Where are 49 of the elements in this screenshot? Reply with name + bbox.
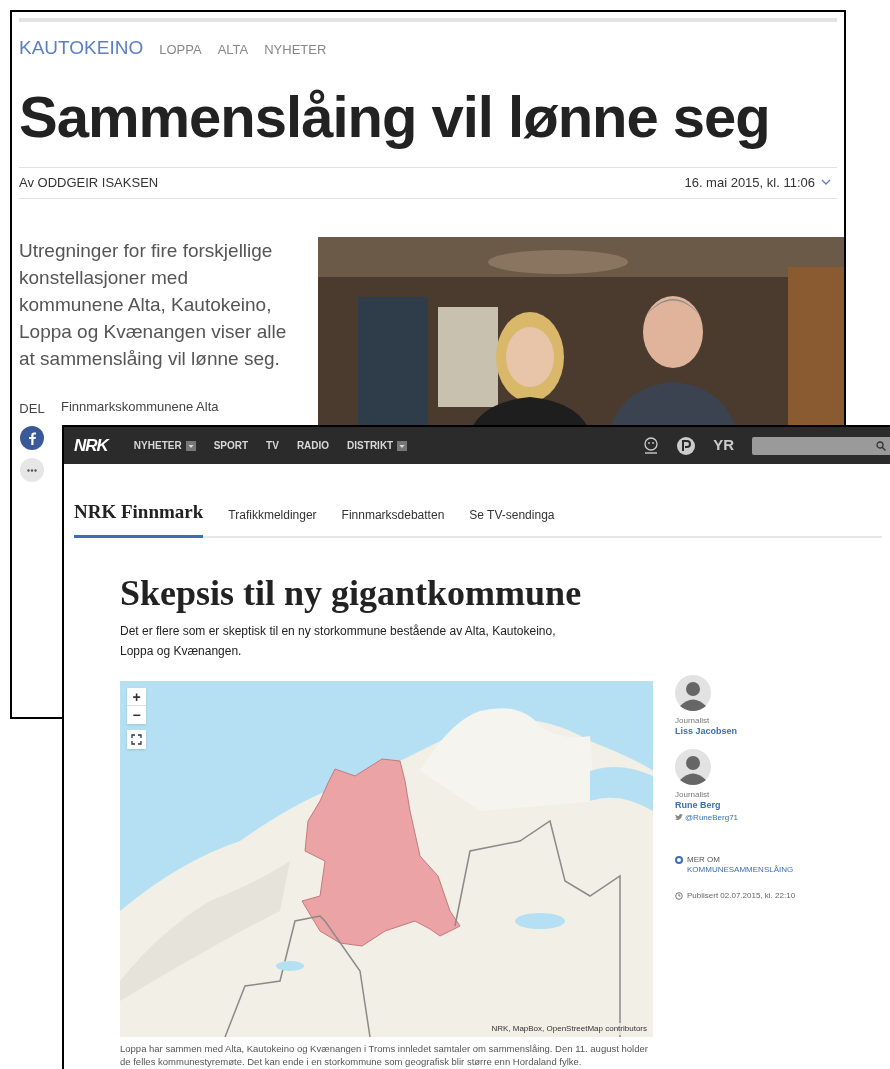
publish-date: Publisert 02.07.2015, kl. 22:10 (687, 890, 796, 901)
section-link[interactable]: Trafikkmeldinger (228, 505, 317, 536)
publish-date: 16. mai 2015, kl. 11:06 (684, 173, 815, 192)
nav-link[interactable]: TV (266, 438, 279, 453)
more-icon (27, 468, 37, 472)
search-icon (876, 440, 886, 451)
twitter-link[interactable]: @RuneBerg71 (685, 812, 739, 823)
nav-link[interactable]: RADIO (296, 438, 330, 453)
author-name[interactable]: Liss Jacobsen (675, 725, 875, 737)
smiley-icon[interactable] (643, 436, 660, 455)
facebook-share-button[interactable] (20, 426, 44, 450)
more-share-button[interactable] (20, 458, 44, 482)
category-link[interactable]: LOPPA (159, 40, 202, 60)
zoom-out-button[interactable]: − (127, 705, 146, 724)
p3-logo-icon[interactable] (677, 436, 696, 455)
search-field[interactable] (752, 436, 890, 455)
bird-icon (675, 814, 683, 821)
site-logo[interactable]: NRK (74, 432, 108, 459)
weather-link[interactable]: YR (713, 434, 734, 457)
avatar (675, 674, 711, 711)
category-link[interactable]: NYHETER (264, 40, 327, 60)
category-link[interactable]: ALTA (217, 40, 249, 60)
author-role: Journalist (675, 715, 711, 726)
ring-icon (675, 855, 683, 864)
article-headline: Sammenslåing vil lønne seg (19, 84, 771, 149)
section-link[interactable]: Se TV-sendinga (469, 505, 555, 536)
map-caption: Loppa har sammen med Alta, Kautokeino og Kvænangen i Troms innledet samtaler om sammenslåing. Den 11. august holder de felles kommunestyremøte. Det kan ende i en storkommune som geografisk blir større enn Hordaland fylke. (120, 1041, 649, 1068)
article-body: Finnmarkskommunene Alta (61, 398, 219, 415)
nav-link[interactable]: SPORT (213, 438, 249, 453)
byline: Av ODDGEIR ISAKSEN (19, 173, 159, 192)
share-label: DEL (19, 399, 45, 418)
section-link[interactable]: Finnmarksdebatten (341, 505, 445, 536)
author-role: Journalist (675, 789, 711, 800)
facebook-icon (28, 431, 36, 445)
article-lead: Utregninger for fire forskjellige konstellasjoner med kommunene Alta, Kautokeino, Loppa og Kvænangen viser alle at sammenslåing vil lønne seg. (19, 238, 288, 371)
topic-label: MER OM (687, 854, 721, 865)
zoom-in-button[interactable]: + (127, 687, 146, 706)
topic-link[interactable]: KOMMUNESAMMENSLÅING (687, 864, 794, 875)
chevron-icon[interactable] (821, 179, 831, 186)
clock-icon (675, 891, 683, 900)
article-headline: Skepsis til ny gigantkommune (120, 571, 583, 614)
article-lead: Det er flere som er skeptisk til en ny storkommune bestående av Alta, Kautokeino, Loppa og Kvænangen. (120, 622, 557, 660)
nav-link[interactable]: NYHETER (133, 438, 196, 453)
nav-link[interactable]: DISTRIKT (347, 438, 408, 453)
author-name[interactable]: Rune Berg (675, 799, 875, 811)
section-title-tab[interactable]: NRK Finnmark (74, 498, 204, 538)
category-link[interactable]: KAUTOKEINO (19, 34, 144, 63)
avatar (675, 748, 711, 785)
fullscreen-icon (131, 733, 142, 745)
